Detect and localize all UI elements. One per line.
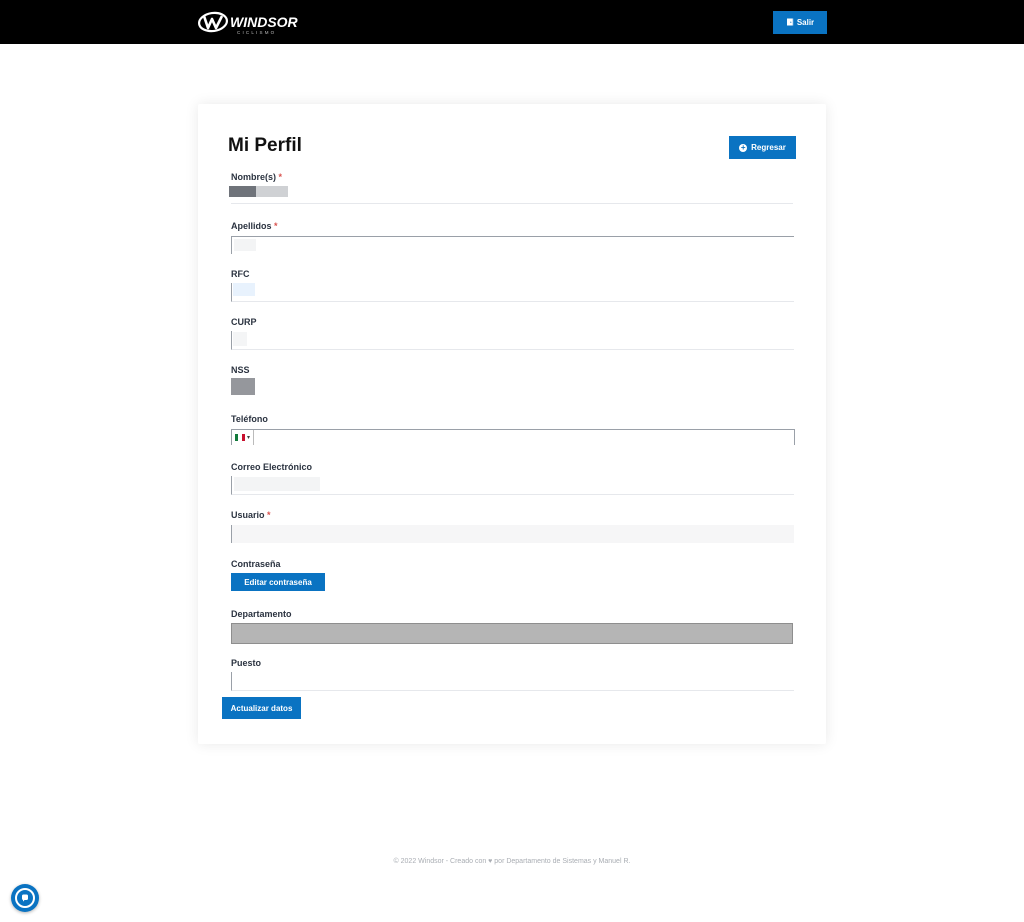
mexico-flag-icon[interactable] <box>235 434 245 441</box>
telefono-label: Teléfono <box>231 414 268 424</box>
chat-bubble-icon <box>15 888 35 908</box>
usuario-label: Usuario * <box>231 510 271 520</box>
phone-separator <box>253 430 255 445</box>
rfc-input[interactable] <box>231 283 794 302</box>
curp-label: CURP <box>231 317 257 327</box>
door-icon <box>786 18 794 28</box>
required-mark: * <box>267 510 271 520</box>
chat-widget-button[interactable] <box>11 884 39 912</box>
chevron-down-icon: ▾ <box>247 435 251 441</box>
curp-input[interactable] <box>231 331 794 350</box>
telefono-input[interactable]: ▾ <box>231 429 795 445</box>
profile-card: Mi Perfil + Regresar Nombre(s) * Apellid… <box>198 104 826 744</box>
plus-circle-icon: + <box>739 142 748 152</box>
correo-label: Correo Electrónico <box>231 462 313 472</box>
edit-password-button[interactable]: Editar contraseña <box>231 573 325 591</box>
required-mark: * <box>278 172 283 182</box>
required-mark: * <box>274 221 278 231</box>
puesto-label: Puesto <box>231 658 262 668</box>
footer-text: © 2022 Windsor - Creado con ♥ por Depart… <box>393 858 631 865</box>
rfc-label: RFC <box>231 269 250 279</box>
apellidos-label: Apellidos * <box>231 221 278 231</box>
logout-label: Salir <box>796 18 815 27</box>
nombre-label: Nombre(s) * <box>231 172 283 182</box>
windsor-logo[interactable]: WINDSOR CICLISMO <box>197 10 325 36</box>
back-button[interactable]: + Regresar <box>729 136 796 159</box>
update-data-button[interactable]: Actualizar datos <box>222 697 301 719</box>
logo-text: WINDSOR <box>230 14 299 30</box>
puesto-input[interactable] <box>231 672 794 691</box>
usuario-input[interactable] <box>231 525 794 543</box>
apellidos-input[interactable] <box>231 236 794 254</box>
nss-label: NSS <box>231 365 250 375</box>
correo-input[interactable] <box>231 476 794 495</box>
top-navbar: WINDSOR CICLISMO Salir <box>0 0 1024 44</box>
logout-button[interactable]: Salir <box>773 11 827 34</box>
departamento-label: Departamento <box>231 609 292 619</box>
page-title: Mi Perfil <box>228 135 302 156</box>
contrasena-label: Contraseña <box>231 559 281 569</box>
nss-input[interactable] <box>231 378 793 396</box>
logo-subtext: CICLISMO <box>237 30 276 35</box>
nombre-input[interactable] <box>229 185 793 204</box>
back-button-label: Regresar <box>751 143 786 152</box>
departamento-select[interactable] <box>231 623 793 644</box>
